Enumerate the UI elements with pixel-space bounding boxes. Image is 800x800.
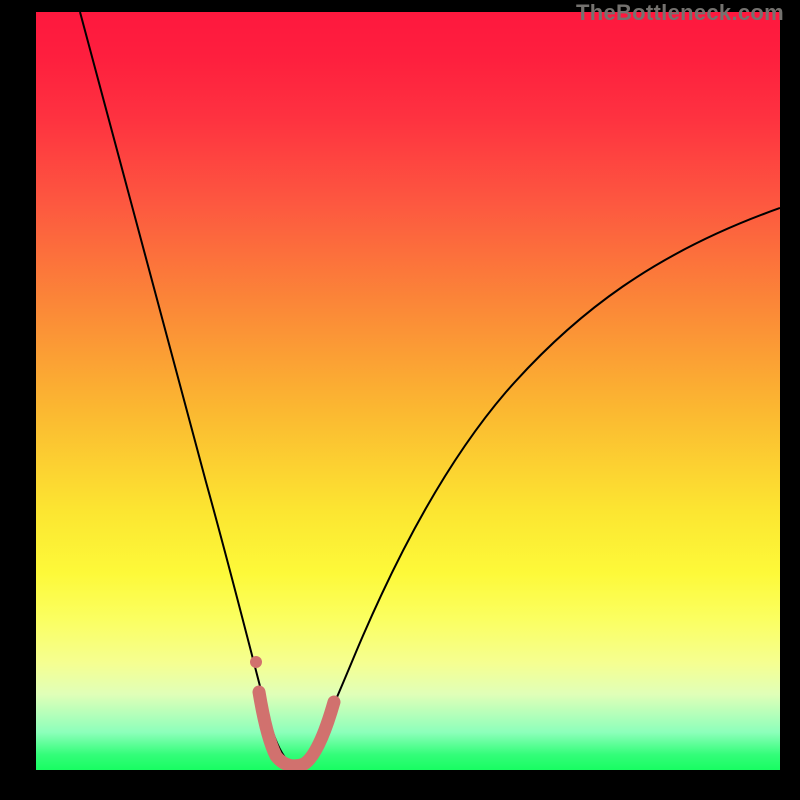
curve-layer <box>36 12 780 770</box>
bottleneck-curve <box>80 12 780 764</box>
watermark-text: TheBottleneck.com <box>576 0 784 26</box>
chart-frame: TheBottleneck.com <box>0 0 800 800</box>
highlight-dot <box>250 656 262 668</box>
plot-area <box>36 12 780 770</box>
highlight-band <box>259 692 334 766</box>
